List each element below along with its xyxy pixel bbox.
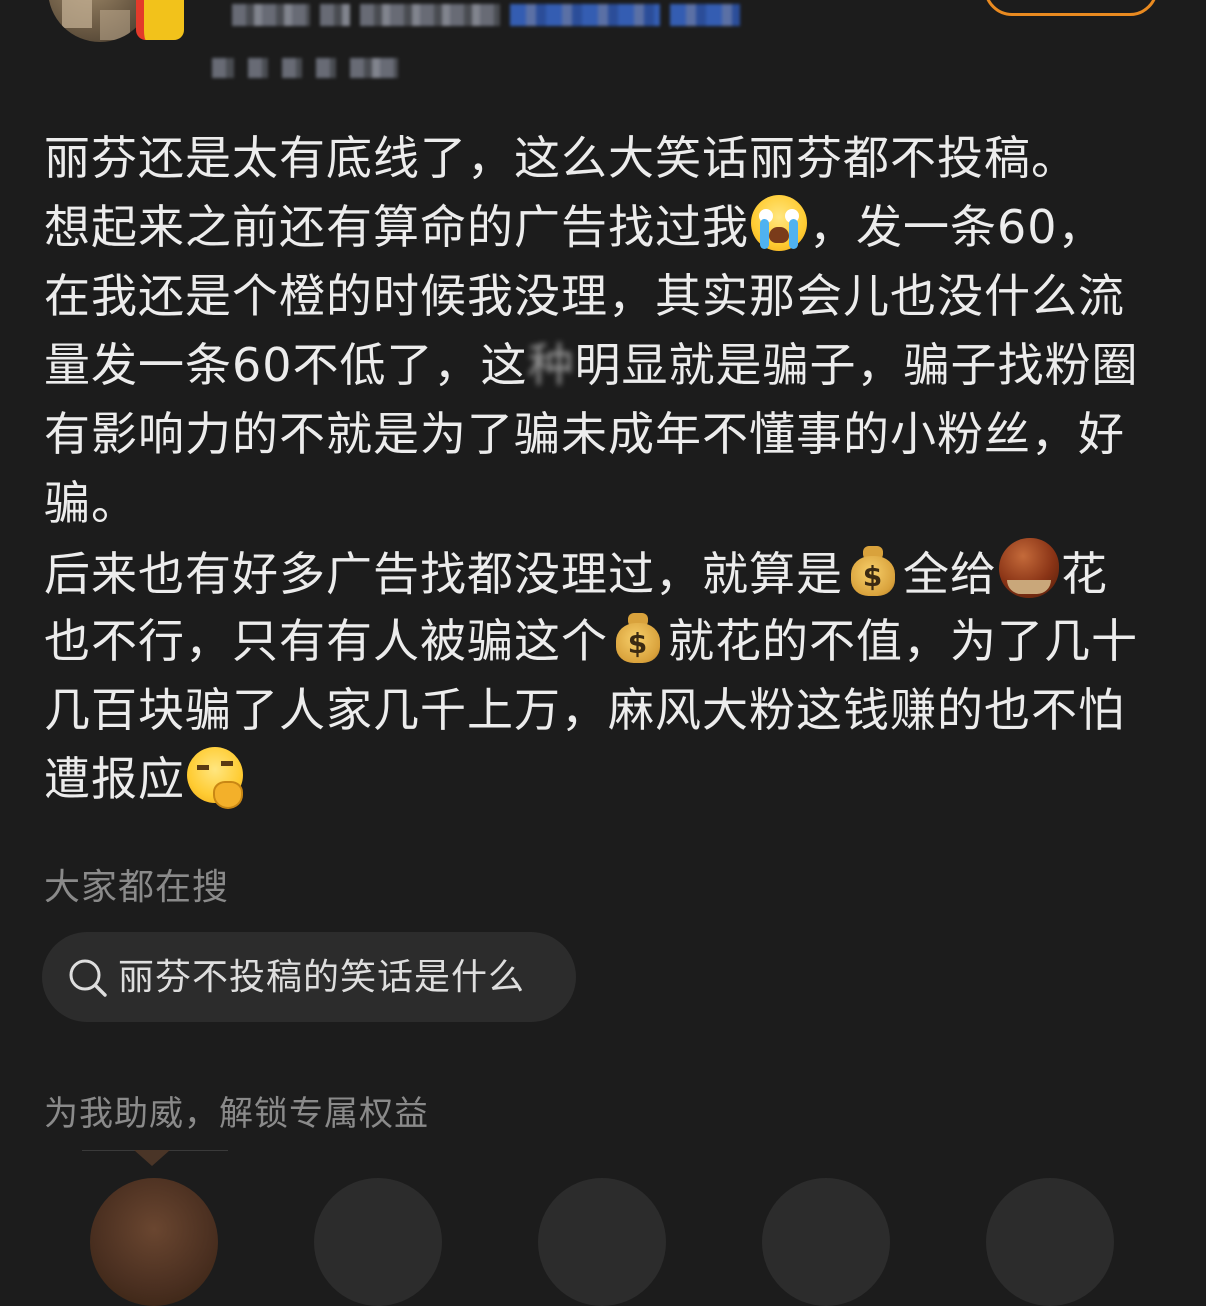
post-meta <box>232 0 740 26</box>
post-line: 想起来之前还有算命的广告找过我 ，发一条60， <box>44 193 1174 262</box>
thinking-face-icon <box>187 747 243 809</box>
supporter-slot[interactable] <box>314 1178 442 1306</box>
post-line: 后来也有好多广告找都没理过，就算是 $ 全给 花 <box>44 538 1174 607</box>
post-text: 花 <box>1061 547 1108 601</box>
post-text: 明显就是骗子，骗子找粉圈 <box>574 338 1139 392</box>
post-text: 后来也有好多广告找都没理过，就算是 <box>44 547 843 601</box>
supporter-avatar[interactable] <box>90 1178 218 1306</box>
redacted-device <box>670 4 740 26</box>
post-line: 遭报应 <box>44 745 1174 814</box>
post-line: 量发一条60不低了，这种明显就是骗子，骗子找粉圈 <box>44 331 1174 400</box>
post-text: ，发一条60， <box>809 200 1105 254</box>
post-line: 在我还是个橙的时候我没理，其实那会儿也没什么流 <box>44 262 1174 331</box>
supporter-slot[interactable] <box>762 1178 890 1306</box>
post-text: 丽芬还是太有底线了，这么大笑话丽芬都不投稿。 <box>44 131 1078 185</box>
post-body: 丽芬还是太有底线了，这么大笑话丽芬都不投稿。 想起来之前还有算命的广告找过我 ，发一… <box>44 124 1174 814</box>
member-badge-icon <box>136 0 184 40</box>
post-line: 丽芬还是太有底线了，这么大笑话丽芬都不投稿。 <box>44 124 1174 193</box>
post-line: 骗。 <box>44 469 1174 538</box>
post-text: 想起来之前还有算命的广告找过我 <box>44 200 749 254</box>
post-text: 在我还是个橙的时候我没理，其实那会儿也没什么流 <box>44 269 1125 323</box>
search-suggestion-text: 丽芬不投稿的笑话是什么 <box>118 957 526 998</box>
post-text: 有影响力的不就是为了骗未成年不懂事的小粉丝，好 <box>44 407 1125 461</box>
redacted-link <box>510 4 660 26</box>
post-text: 遭报应 <box>44 752 185 806</box>
supporter-slot[interactable] <box>538 1178 666 1306</box>
crying-face-icon <box>751 195 807 251</box>
post-text: 量发一条60不低了，这 <box>44 338 528 392</box>
post-line: 几百块骗了人家几千上万，麻风大粉这钱赚的也不怕 <box>44 676 1174 745</box>
selected-pointer-icon <box>134 1150 170 1166</box>
post-text: 几百块骗了人家几千上万，麻风大粉这钱赚的也不怕 <box>44 683 1125 737</box>
search-icon <box>69 959 107 997</box>
follow-button[interactable] <box>984 0 1158 16</box>
redacted-username <box>232 4 310 26</box>
search-suggestions-heading: 大家都在搜 <box>44 867 230 908</box>
redacted-meta-sub <box>212 58 398 80</box>
post-header <box>0 0 1206 100</box>
post-text: 全给 <box>903 547 997 601</box>
post-line: 有影响力的不就是为了骗未成年不懂事的小粉丝，好 <box>44 400 1174 469</box>
redacted-source <box>360 4 500 26</box>
support-heading: 为我助威，解锁专属权益 <box>44 1094 429 1134</box>
post-text: 就花的不值，为了几十 <box>668 614 1138 668</box>
post-text: 也不行，只有有人被骗这个 <box>44 614 608 668</box>
post-text: 骗。 <box>44 476 138 530</box>
redacted-time <box>320 4 350 26</box>
money-bag-icon: $ <box>610 609 666 665</box>
supporter-slot[interactable] <box>986 1178 1114 1306</box>
censored-text: 种 <box>527 338 575 392</box>
post-line: 也不行，只有有人被骗这个 $ 就花的不值，为了几十 <box>44 607 1174 676</box>
chestnut-icon <box>999 538 1059 598</box>
search-suggestion-chip[interactable]: 丽芬不投稿的笑话是什么 <box>42 932 576 1022</box>
money-bag-icon: $ <box>845 542 901 598</box>
